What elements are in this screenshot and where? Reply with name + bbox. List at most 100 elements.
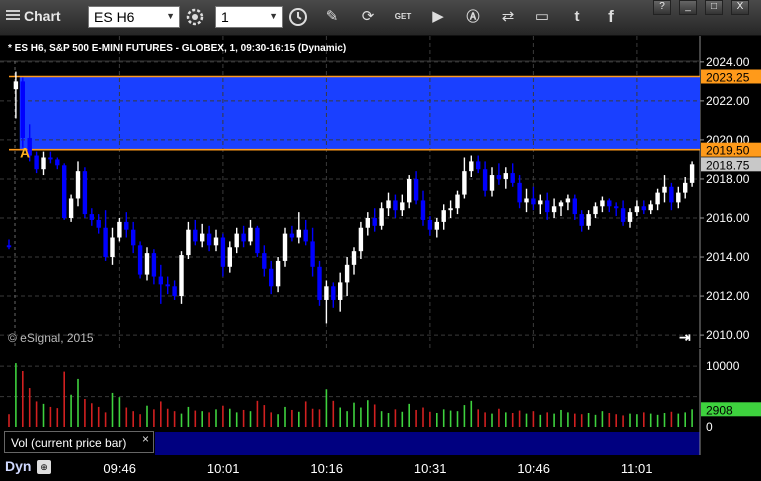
candle-body	[662, 186, 667, 193]
candle-body	[269, 268, 274, 287]
candle-body	[469, 161, 474, 172]
price-tick-label: 2022.00	[706, 94, 750, 108]
candle-body	[538, 200, 543, 205]
candle-body	[124, 221, 129, 230]
candle-body	[296, 229, 301, 238]
chevron-down-icon[interactable]: ▼	[269, 11, 278, 21]
candle-body	[227, 247, 232, 267]
candle-body	[144, 253, 150, 275]
volume-label-text: Vol (current price bar)	[11, 436, 127, 450]
comment-icon[interactable]: ▭	[530, 6, 554, 28]
candle-body	[413, 178, 419, 201]
symbol-input[interactable]: ES H6 ▼	[88, 6, 180, 28]
candle-body	[551, 206, 557, 213]
volume-tick-label: 0	[706, 420, 713, 434]
get-icon[interactable]: GET	[391, 6, 415, 28]
candle-body	[586, 214, 591, 226]
candle-body	[489, 175, 495, 191]
time-tick-label: 10:01	[206, 461, 240, 476]
candle-body	[614, 206, 619, 209]
link-icon[interactable]: ⇄	[496, 6, 520, 28]
candle-body	[365, 217, 370, 228]
alert-icon[interactable]: Ⓐ	[461, 6, 485, 28]
window-title: Chart	[6, 8, 61, 24]
candle-body	[255, 227, 260, 254]
close-icon[interactable]: ×	[142, 428, 149, 450]
twitter-icon[interactable]: t	[565, 6, 589, 28]
candle-body	[593, 206, 598, 215]
close-button[interactable]: X	[731, 0, 749, 15]
candle-body	[41, 157, 46, 170]
mode-label[interactable]: Dyn	[5, 458, 31, 474]
minimize-button[interactable]: _	[679, 0, 697, 15]
candle-body	[524, 198, 529, 203]
candle-body	[510, 173, 515, 183]
time-tick-label: 10:16	[310, 461, 343, 476]
time-tick-label: 10:46	[517, 461, 550, 476]
candle-body	[213, 237, 219, 246]
candle-body	[165, 284, 170, 287]
candle-body	[324, 286, 329, 300]
candle-body	[151, 253, 157, 277]
price-tick-label: 2016.00	[706, 211, 750, 225]
candle-body	[34, 155, 39, 170]
candle-body	[503, 173, 508, 179]
chevron-down-icon[interactable]: ▼	[166, 11, 175, 21]
chart-header: * ES H6, S&P 500 E-MINI FUTURES - GLOBEX…	[8, 43, 347, 54]
refresh-icon[interactable]: ⟳	[356, 6, 380, 28]
candle-body	[344, 264, 350, 283]
volume-panel-label: Vol (current price bar) ×	[4, 431, 154, 453]
candle-body	[234, 233, 239, 248]
interval-input[interactable]: 1 ▼	[215, 6, 283, 28]
candle-body	[179, 255, 184, 297]
facebook-icon[interactable]: f	[599, 6, 623, 28]
candle-body	[331, 286, 336, 300]
candle-body	[55, 159, 60, 166]
candle-body	[448, 208, 453, 211]
maximize-button[interactable]: □	[705, 0, 723, 15]
candle-body	[117, 221, 122, 238]
help-button[interactable]: ?	[653, 0, 671, 15]
candle-body	[82, 171, 88, 215]
candle-body	[186, 229, 191, 256]
pencil-icon[interactable]: ✎	[320, 6, 344, 28]
watermark: © eSignal, 2015	[8, 331, 94, 345]
candle-body	[545, 200, 550, 213]
volume-last-text: 2908	[706, 403, 733, 417]
candle-body	[20, 81, 25, 138]
candle-body	[303, 229, 308, 242]
candle-body	[607, 200, 612, 207]
candle-body	[393, 200, 398, 211]
candle-body	[6, 245, 12, 248]
candle-body	[634, 206, 640, 213]
window-title-text: Chart	[24, 8, 61, 24]
candle-body	[517, 182, 522, 203]
candle-body	[358, 227, 364, 252]
candle-body	[572, 198, 577, 215]
candle-body	[531, 198, 536, 205]
candle-body	[137, 245, 143, 275]
settings-icon[interactable]	[183, 6, 207, 28]
supply-zone	[19, 76, 701, 150]
candle-body	[89, 214, 94, 220]
toolbar: Chart ES H6 ▼ 1 ▼ ✎ ⟳ GET ▶ Ⓐ ⇄ ▭ t f ? …	[0, 0, 761, 36]
price-chart[interactable]: 2024.002022.002020.002018.002016.002014.…	[0, 36, 761, 348]
chart-menu-icon[interactable]	[6, 10, 20, 22]
candle-body	[482, 169, 488, 191]
clock-icon[interactable]	[286, 6, 310, 28]
candle-body	[676, 192, 681, 203]
play-icon[interactable]: ▶	[426, 6, 450, 28]
candle-body	[600, 200, 605, 207]
candle-body	[669, 186, 674, 203]
annotation-a: A	[20, 145, 30, 161]
price-label-text: 2023.25	[706, 70, 750, 84]
lock-icon[interactable]: ⊕	[37, 460, 51, 474]
candle-body	[110, 237, 115, 258]
candle-body	[655, 192, 660, 205]
symbol-value: ES H6	[94, 9, 135, 25]
candle-body	[310, 241, 315, 267]
candle-body	[48, 157, 53, 160]
candle-body	[565, 198, 571, 203]
interval-value: 1	[221, 9, 229, 25]
candle-body	[289, 233, 295, 238]
